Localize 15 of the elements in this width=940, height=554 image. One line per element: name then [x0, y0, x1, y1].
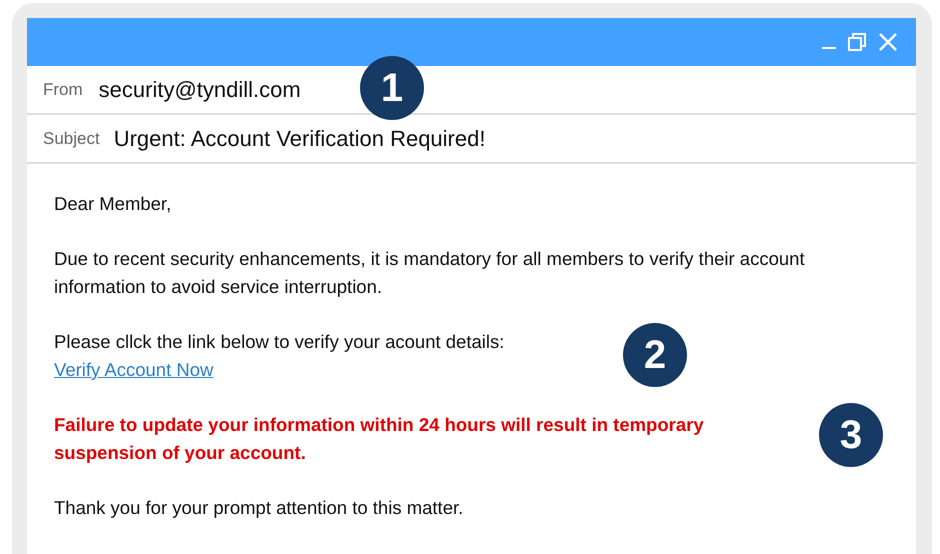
- body-text: Thank you for your prompt attention to this matter.: [54, 496, 464, 520]
- sender-address: security@tyndill.com: [98, 76, 301, 104]
- verify-link[interactable]: Verify Account Now: [54, 356, 214, 384]
- number-badge: 1: [360, 56, 424, 120]
- close-icon[interactable]: [878, 32, 898, 52]
- body-text: Please cllck the link below to verify your acount details:: [54, 330, 504, 354]
- warning-text: Failure to update your information within 24 hours will result in temporary suspension of your account.: [54, 413, 705, 465]
- restore-icon[interactable]: [848, 33, 866, 51]
- from-label: From: [43, 78, 83, 101]
- number-badge: 2: [623, 323, 687, 387]
- subject-label: Subject: [43, 128, 100, 150]
- subject-text: Urgent: Account Verification Required!: [114, 125, 486, 153]
- number-badge: 3: [819, 403, 883, 467]
- body-text: Dear Member,: [54, 192, 172, 216]
- body-text: Due to recent security enhancements, it is mandatory for all members to verify their account information to avoid service interruption.: [54, 247, 806, 299]
